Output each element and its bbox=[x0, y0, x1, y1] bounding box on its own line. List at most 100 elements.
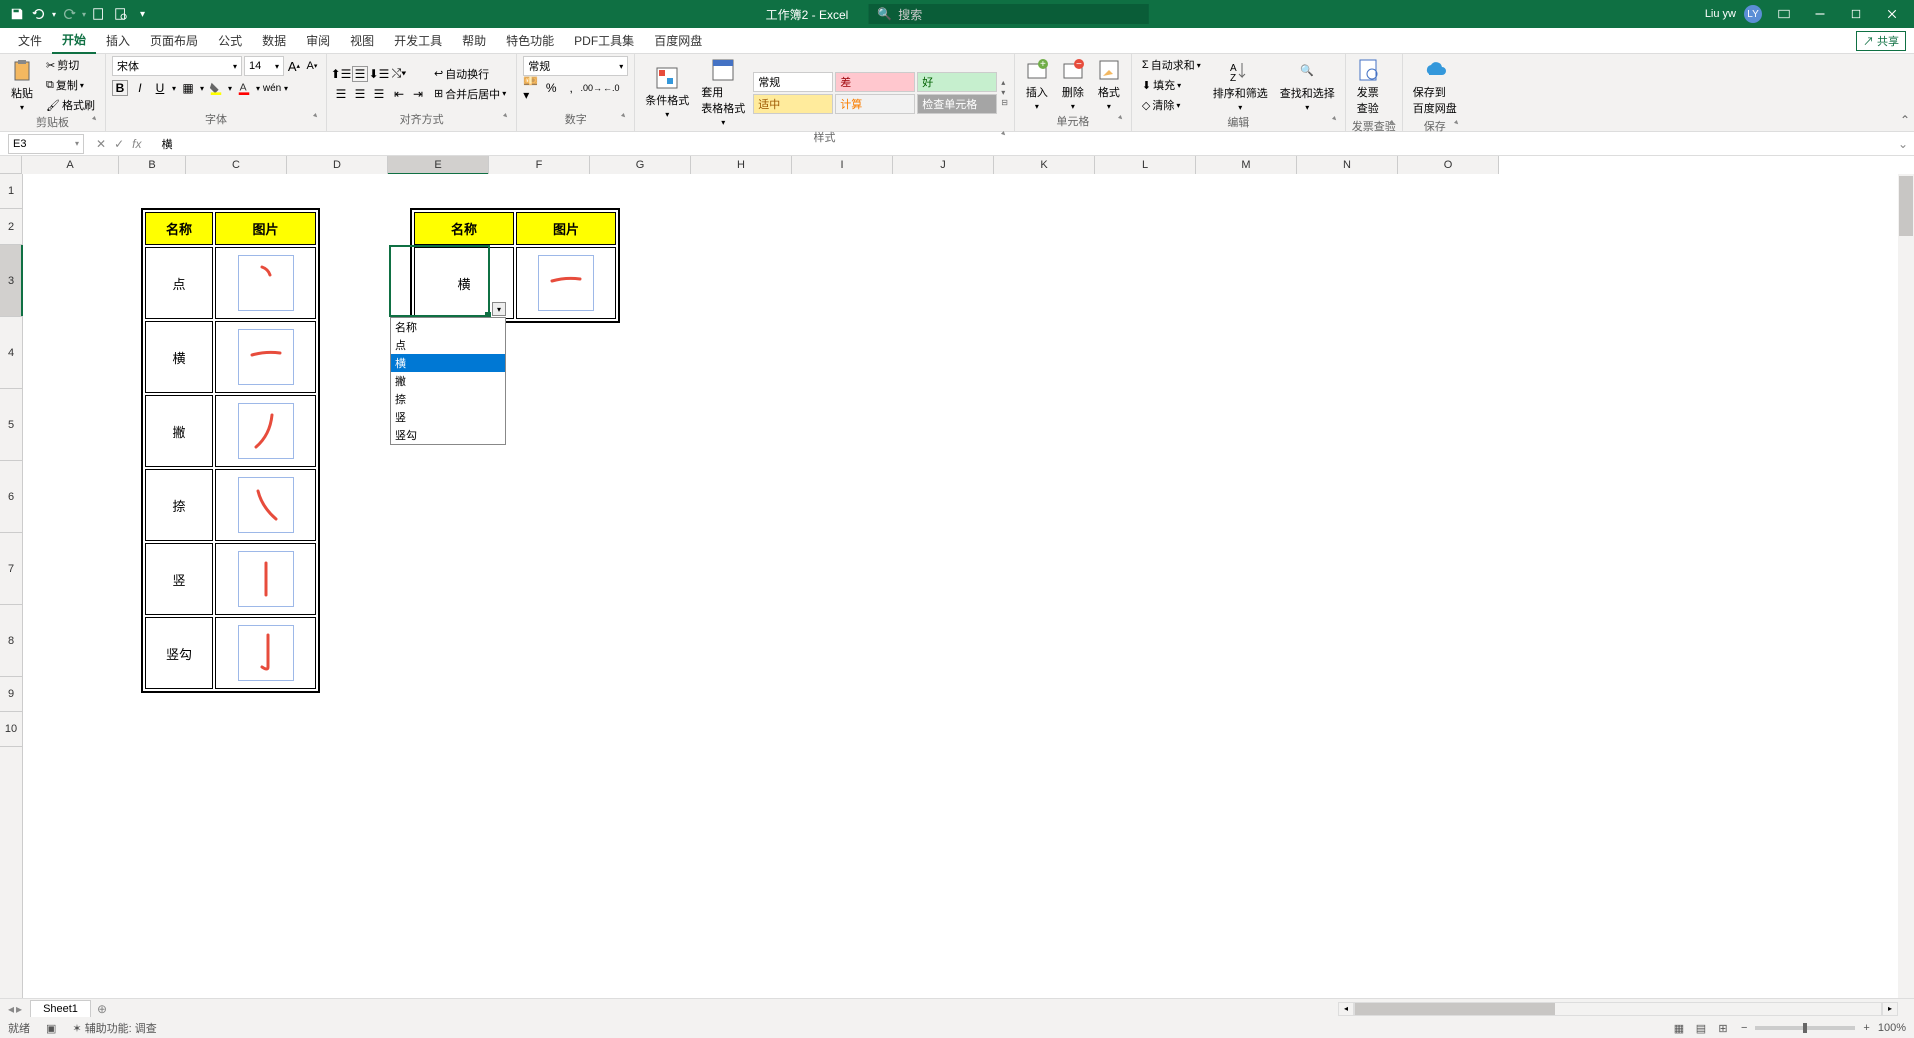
delete-cells-button[interactable]: −删除▾ bbox=[1057, 56, 1089, 113]
dropdown-item-0[interactable]: 名称 bbox=[391, 318, 505, 336]
col-header-n[interactable]: N bbox=[1297, 156, 1398, 174]
table-left-cell-name-2[interactable]: 横 bbox=[145, 321, 213, 393]
hscroll-right[interactable]: ▸ bbox=[1882, 1002, 1898, 1016]
table-left-cell-name-4[interactable]: 捺 bbox=[145, 469, 213, 541]
view-page-break-icon[interactable]: ⊞ bbox=[1713, 1020, 1733, 1036]
confirm-formula-icon[interactable]: ✓ bbox=[114, 137, 124, 151]
clear-button[interactable]: ◇清除▾ bbox=[1138, 96, 1205, 114]
orientation-icon[interactable]: ⤭▾ bbox=[391, 66, 407, 82]
tab-insert[interactable]: 插入 bbox=[96, 28, 140, 54]
row-header-1[interactable]: 1 bbox=[0, 174, 22, 209]
tab-file[interactable]: 文件 bbox=[8, 28, 52, 54]
align-middle-icon[interactable]: ☰ bbox=[352, 66, 368, 82]
table-right-header-image[interactable]: 图片 bbox=[516, 212, 616, 245]
comma-icon[interactable]: , bbox=[563, 80, 579, 96]
merge-button[interactable]: ⊞合并后居中▾ bbox=[430, 85, 510, 103]
vertical-scrollbar-thumb[interactable] bbox=[1899, 176, 1913, 236]
col-header-b[interactable]: B bbox=[119, 156, 186, 174]
phonetic-icon[interactable]: wén bbox=[264, 80, 280, 96]
col-header-m[interactable]: M bbox=[1196, 156, 1297, 174]
table-left-header-name[interactable]: 名称 bbox=[145, 212, 213, 245]
style-check[interactable]: 检查单元格 bbox=[917, 94, 997, 114]
align-center-icon[interactable]: ☰ bbox=[352, 86, 368, 102]
align-top-icon[interactable]: ⬆☰ bbox=[333, 66, 349, 82]
dropdown-item-1[interactable]: 点 bbox=[391, 336, 505, 354]
zoom-level[interactable]: 100% bbox=[1878, 1022, 1906, 1034]
style-good[interactable]: 好 bbox=[917, 72, 997, 92]
row-header-9[interactable]: 9 bbox=[0, 677, 22, 712]
paste-button[interactable]: 粘贴▾ bbox=[6, 57, 38, 114]
search-box[interactable]: 🔍 搜索 bbox=[868, 4, 1148, 24]
decrease-font-icon[interactable]: A▾ bbox=[304, 58, 320, 74]
cut-button[interactable]: ✂剪切 bbox=[42, 56, 99, 74]
table-left-cell-name-5[interactable]: 竖 bbox=[145, 543, 213, 615]
dropdown-item-2[interactable]: 横 bbox=[391, 354, 505, 372]
copy-button[interactable]: ⧉复制▾ bbox=[42, 76, 99, 94]
tab-pdf[interactable]: PDF工具集 bbox=[564, 28, 644, 54]
col-header-j[interactable]: J bbox=[893, 156, 994, 174]
col-header-i[interactable]: I bbox=[792, 156, 893, 174]
zoom-in-icon[interactable]: + bbox=[1863, 1022, 1869, 1034]
insert-cells-button[interactable]: +插入▾ bbox=[1021, 56, 1053, 113]
row-header-7[interactable]: 7 bbox=[0, 533, 22, 605]
dropdown-item-6[interactable]: 竖勾 bbox=[391, 426, 505, 444]
tab-review[interactable]: 审阅 bbox=[296, 28, 340, 54]
conditional-format-button[interactable]: 条件格式▾ bbox=[641, 64, 693, 121]
col-header-f[interactable]: F bbox=[489, 156, 590, 174]
align-right-icon[interactable]: ☰ bbox=[371, 86, 387, 102]
align-bottom-icon[interactable]: ⬇☰ bbox=[371, 66, 387, 82]
dropdown-item-3[interactable]: 撇 bbox=[391, 372, 505, 390]
style-scroll-up[interactable]: ▴ bbox=[1001, 78, 1008, 87]
name-box[interactable]: E3▾ bbox=[8, 134, 84, 154]
table-left-cell-name-1[interactable]: 点 bbox=[145, 247, 213, 319]
view-page-layout-icon[interactable]: ▤ bbox=[1691, 1020, 1711, 1036]
tab-data[interactable]: 数据 bbox=[252, 28, 296, 54]
fx-icon[interactable]: fx bbox=[132, 137, 141, 151]
style-gallery-expand[interactable]: ⊟ bbox=[1001, 98, 1008, 107]
row-header-2[interactable]: 2 bbox=[0, 209, 22, 245]
add-sheet-button[interactable]: ⊕ bbox=[91, 1002, 113, 1016]
row-header-8[interactable]: 8 bbox=[0, 605, 22, 677]
qat-customize-icon[interactable]: ▾ bbox=[140, 9, 145, 20]
font-size-combo[interactable]: 14▾ bbox=[244, 56, 284, 76]
tab-home[interactable]: 开始 bbox=[52, 28, 96, 54]
row-header-5[interactable]: 5 bbox=[0, 389, 22, 461]
format-painter-button[interactable]: 🖌格式刷 bbox=[42, 96, 99, 114]
table-format-button[interactable]: 套用 表格格式▾ bbox=[697, 56, 749, 129]
decrease-indent-icon[interactable]: ⇤ bbox=[391, 86, 407, 102]
col-header-o[interactable]: O bbox=[1398, 156, 1499, 174]
style-normal[interactable]: 常规 bbox=[753, 72, 833, 92]
align-left-icon[interactable]: ☰ bbox=[333, 86, 349, 102]
expand-formula-bar-icon[interactable]: ⌄ bbox=[1898, 137, 1914, 151]
view-normal-icon[interactable]: ▦ bbox=[1669, 1020, 1689, 1036]
table-left-header-image[interactable]: 图片 bbox=[215, 212, 316, 245]
accounting-icon[interactable]: 💴▾ bbox=[523, 80, 539, 96]
hscroll-left[interactable]: ◂ bbox=[1338, 1002, 1354, 1016]
style-neutral[interactable]: 适中 bbox=[753, 94, 833, 114]
ribbon-display-icon[interactable] bbox=[1770, 0, 1798, 28]
style-calc[interactable]: 计算 bbox=[835, 94, 915, 114]
increase-font-icon[interactable]: A▴ bbox=[286, 58, 302, 74]
underline-icon[interactable]: U bbox=[152, 80, 168, 96]
percent-icon[interactable]: % bbox=[543, 80, 559, 96]
increase-indent-icon[interactable]: ⇥ bbox=[410, 86, 426, 102]
sheet-tab-1[interactable]: Sheet1 bbox=[30, 1000, 91, 1017]
style-bad[interactable]: 差 bbox=[835, 72, 915, 92]
col-header-a[interactable]: A bbox=[22, 156, 119, 174]
table-left-cell-name-3[interactable]: 撇 bbox=[145, 395, 213, 467]
qat-icon-1[interactable] bbox=[90, 5, 108, 23]
decrease-decimal-icon[interactable]: ←.0 bbox=[603, 80, 619, 96]
fill-color-icon[interactable] bbox=[208, 80, 224, 96]
share-button[interactable]: ↗ 共享 bbox=[1856, 31, 1906, 51]
sort-filter-button[interactable]: AZ排序和筛选▾ bbox=[1209, 57, 1272, 114]
dropdown-button[interactable]: ▾ bbox=[492, 302, 506, 316]
collapse-ribbon-icon[interactable]: ⌃ bbox=[1900, 113, 1910, 127]
table-left-cell-name-6[interactable]: 竖勾 bbox=[145, 617, 213, 689]
zoom-slider[interactable] bbox=[1755, 1026, 1855, 1030]
tab-page-layout[interactable]: 页面布局 bbox=[140, 28, 208, 54]
zoom-out-icon[interactable]: − bbox=[1741, 1022, 1747, 1034]
font-name-combo[interactable]: 宋体▾ bbox=[112, 56, 242, 76]
border-icon[interactable]: ▦ bbox=[180, 80, 196, 96]
sheet-nav-prev[interactable]: ◂ bbox=[8, 1002, 14, 1016]
row-header-4[interactable]: 4 bbox=[0, 317, 22, 389]
